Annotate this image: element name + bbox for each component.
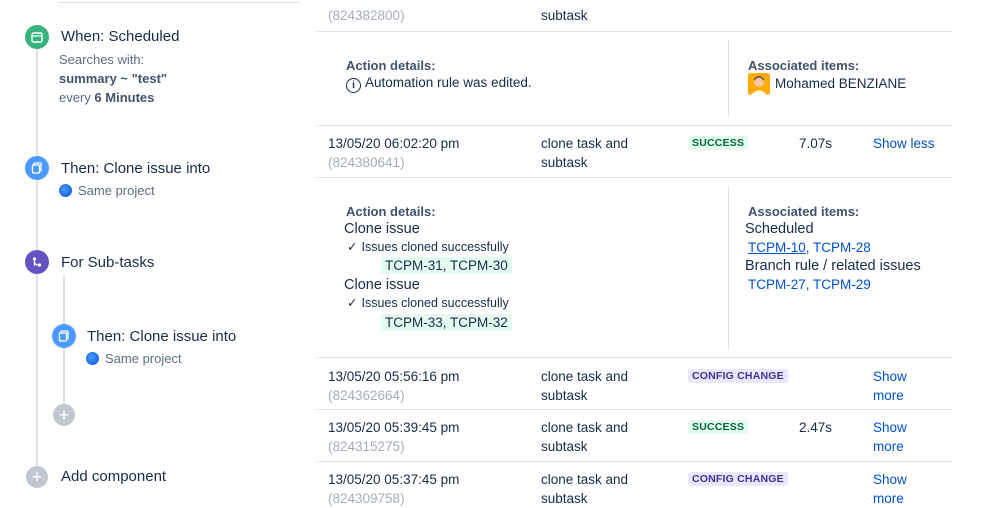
show-more-link-line2[interactable]: more (873, 489, 904, 508)
associated-items-title: Associated items: (748, 58, 860, 73)
status-badge: SUCCESS (688, 420, 749, 434)
show-less-link[interactable]: Show less (873, 134, 935, 153)
branch-title[interactable]: For Sub-tasks (61, 254, 154, 271)
row-id: (824382800) (328, 8, 405, 23)
show-more-link-line2[interactable]: more (873, 386, 904, 405)
clone-issue-icon[interactable] (52, 324, 76, 348)
row-divider (317, 31, 952, 32)
row-rule-name-line1: clone task and (541, 472, 629, 487)
trigger-searches-label: Searches with: (59, 52, 145, 67)
row-id: (824380641) (328, 155, 405, 170)
add-component-icon[interactable]: + (26, 466, 48, 488)
associated-user-name[interactable]: Mohamed BENZIANE (775, 76, 906, 91)
row-rule-name-line2: subtask (541, 8, 588, 23)
row-timestamp: 13/05/20 05:56:16 pm (328, 369, 460, 384)
row-rule-name-line1: clone task and (541, 369, 629, 384)
add-branch-component-icon[interactable]: + (53, 404, 75, 426)
associated-group-links: TCPM-27, TCPM-29 (748, 277, 871, 292)
row-rule-name-line2: subtask (541, 491, 588, 506)
clone-issue-title: Clone issue (344, 277, 420, 293)
clone-status: ✓ Issues cloned successfully (347, 240, 509, 254)
cloned-issues: TCPM-31, TCPM-30 (381, 257, 512, 274)
add-component-label[interactable]: Add component (61, 468, 166, 485)
associated-group-links: TCPM-10, TCPM-28 (748, 240, 871, 255)
action1-project: Same project (59, 183, 155, 198)
row-id: (824315275) (328, 439, 405, 454)
action-details-text: i Automation rule was edited. (346, 75, 532, 93)
show-more-link-line1[interactable]: Show (873, 418, 907, 437)
project-globe-icon (59, 184, 72, 197)
issue-link[interactable]: TCPM-29 (813, 277, 871, 292)
status-badge: SUCCESS (688, 136, 749, 150)
row-id: (824362664) (328, 388, 405, 403)
row-divider (317, 177, 952, 178)
clone-issue-icon[interactable] (25, 156, 49, 180)
row-rule-name-line2: subtask (541, 439, 588, 454)
row-timestamp: 13/05/20 06:02:20 pm (328, 136, 460, 151)
schedule-trigger-icon[interactable] (25, 25, 49, 49)
details-separator (728, 40, 729, 116)
row-divider (317, 125, 952, 126)
row-duration: 2.47s (799, 420, 833, 435)
row-divider (317, 357, 952, 358)
action1-title[interactable]: Then: Clone issue into (61, 160, 210, 177)
show-more-link-line2[interactable]: more (873, 437, 904, 456)
associated-group-title: Branch rule / related issues (745, 258, 921, 274)
clone-status: ✓ Issues cloned successfully (347, 296, 509, 310)
status-badge: CONFIG CHANGE (688, 472, 788, 486)
show-more-link-line1[interactable]: Show (873, 367, 907, 386)
checkmark-icon: ✓ (347, 240, 358, 254)
project-globe-icon (86, 352, 99, 365)
row-rule-name-line2: subtask (541, 155, 588, 170)
row-id: (824309758) (328, 491, 405, 506)
info-icon: i (346, 78, 361, 93)
row-rule-name-line2: subtask (541, 388, 588, 403)
action-details-title: Action details: (346, 204, 436, 219)
trigger-jql: summary ~ "test" (59, 71, 168, 86)
clone-issue-title: Clone issue (344, 221, 420, 237)
action2-title[interactable]: Then: Clone issue into (87, 328, 236, 345)
user-avatar (748, 73, 770, 95)
details-separator (728, 186, 729, 350)
branch-icon[interactable] (25, 250, 49, 274)
row-rule-name-line1: clone task and (541, 136, 629, 151)
row-divider (317, 461, 952, 462)
issue-link[interactable]: TCPM-28 (813, 240, 871, 255)
show-more-link-line1[interactable]: Show (873, 470, 907, 489)
associated-items-title: Associated items: (748, 204, 860, 219)
top-divider (58, 2, 300, 3)
trigger-frequency: every 6 Minutes (59, 90, 155, 105)
row-timestamp: 13/05/20 05:39:45 pm (328, 420, 460, 435)
trigger-title[interactable]: When: Scheduled (61, 28, 179, 45)
action2-project: Same project (86, 351, 182, 366)
row-timestamp: 13/05/20 05:37:45 pm (328, 472, 460, 487)
action-details-title: Action details: (346, 58, 436, 73)
row-duration: 7.07s (799, 136, 833, 151)
status-badge: CONFIG CHANGE (688, 369, 788, 383)
issue-link[interactable]: TCPM-27 (748, 277, 806, 292)
associated-group-title: Scheduled (745, 221, 814, 237)
issue-link[interactable]: TCPM-10 (748, 240, 806, 255)
cloned-issues: TCPM-33, TCPM-32 (381, 314, 512, 331)
checkmark-icon: ✓ (347, 296, 358, 310)
row-divider (317, 409, 952, 410)
row-rule-name-line1: clone task and (541, 420, 629, 435)
